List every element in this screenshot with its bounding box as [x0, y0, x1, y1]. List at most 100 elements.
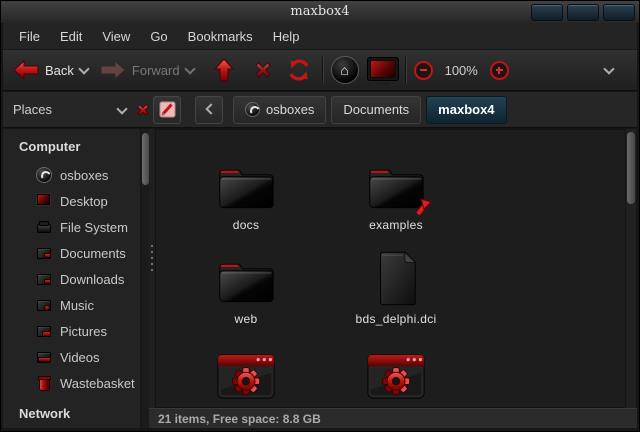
library-icon: [216, 341, 276, 401]
folder-icon: [366, 153, 426, 213]
sidebar-item-label: Documents: [60, 246, 126, 261]
edit-path-pencil-icon: [159, 101, 176, 118]
up-button[interactable]: [214, 58, 234, 82]
sidebar-item-label: Desktop: [60, 194, 108, 209]
breadcrumb-label: osboxes: [266, 102, 314, 117]
toolbar: Back Forward ⌂: [3, 50, 637, 91]
forward-label: Forward: [132, 63, 180, 78]
sidebar-item-pictures[interactable]: Pictures: [3, 318, 140, 344]
sidebar-item-wastebasket[interactable]: Wastebasket: [3, 370, 140, 396]
menu-edit[interactable]: Edit: [50, 25, 92, 48]
file-dmath.dll[interactable]: dmath.dll: [171, 331, 321, 408]
sidebar-item-osboxes[interactable]: osboxes: [3, 162, 140, 188]
places-chevron-icon[interactable]: [116, 103, 127, 114]
status-text: 21 items, Free space: 8.8 GB: [158, 412, 321, 426]
breadcrumb-back-button[interactable]: [195, 96, 223, 124]
back-arrow-icon: [13, 60, 39, 80]
sidebar-item-label: Pictures: [60, 324, 107, 339]
menu-view[interactable]: View: [92, 25, 140, 48]
sidebar-item-label: Music: [60, 298, 94, 313]
sidebar-item-label: Wastebasket: [60, 376, 135, 391]
sidebar-scrollbar-thumb[interactable]: [142, 133, 149, 185]
forward-arrow-icon: [100, 60, 126, 80]
forward-history-chevron-icon: [184, 63, 195, 74]
toolbar-separator: [405, 57, 406, 83]
desktop-icon: [367, 56, 397, 84]
pictures-folder-icon: [36, 323, 52, 339]
music-folder-icon: [36, 297, 52, 313]
documents-folder-icon: [36, 245, 52, 261]
file-web[interactable]: web: [171, 237, 321, 331]
menu-help[interactable]: Help: [263, 25, 310, 48]
zoom-out-button[interactable]: [414, 61, 433, 80]
sidebar-item-videos[interactable]: Videos: [3, 344, 140, 370]
wastebasket-icon: [36, 375, 52, 391]
downloads-folder-icon: [36, 271, 52, 287]
maximize-button[interactable]: [567, 4, 599, 21]
file-label: docs: [233, 218, 260, 232]
sidebar-item-music[interactable]: Music: [3, 292, 140, 318]
file-label: web: [235, 312, 258, 326]
sidebar-item-desktop[interactable]: Desktop: [3, 188, 140, 214]
sidebar-item-label: File System: [60, 220, 128, 235]
folder-icon: [216, 153, 276, 213]
stop-button[interactable]: [252, 59, 274, 81]
statusbar: 21 items, Free space: 8.8 GB: [149, 408, 637, 428]
sidebar-section-network: Network: [3, 396, 140, 428]
filesystem-icon: [36, 219, 52, 235]
desktop-button[interactable]: [367, 56, 397, 84]
stop-x-icon: [252, 59, 274, 81]
refresh-icon: [288, 59, 310, 81]
home-icon: ⌂: [331, 56, 359, 84]
breadcrumb-documents[interactable]: Documents: [331, 96, 421, 124]
file-label: examples: [369, 218, 423, 232]
file-fannfloat.dll[interactable]: fannfloat.dll: [321, 331, 471, 408]
reload-button[interactable]: [288, 59, 310, 81]
side-pane: Computer osboxes Desktop File System Documen…: [3, 129, 140, 428]
places-selector[interactable]: Places: [13, 102, 109, 117]
back-history-chevron-icon[interactable]: [78, 63, 89, 74]
up-arrow-icon: [214, 58, 234, 82]
sidebar-list: Computer osboxes Desktop File System Documen…: [3, 129, 140, 428]
menu-go[interactable]: Go: [140, 25, 177, 48]
toolbar-overflow-chevron-icon[interactable]: [603, 63, 614, 74]
menu-bookmarks[interactable]: Bookmarks: [178, 25, 263, 48]
file-examples[interactable]: examples: [321, 143, 471, 237]
sidebar-item-documents[interactable]: Documents: [3, 240, 140, 266]
menu-file[interactable]: File: [9, 25, 50, 48]
sidebar-item-label: Downloads: [60, 272, 124, 287]
sidebar-item-downloads[interactable]: Downloads: [3, 266, 140, 292]
toolbar-separator: [322, 57, 323, 83]
breadcrumb-osboxes[interactable]: osboxes: [233, 96, 326, 124]
sidebar-item-label: osboxes: [60, 168, 108, 183]
location-bar: Places osboxes Documents maxbox4: [3, 92, 637, 128]
breadcrumb-label: Documents: [343, 102, 409, 117]
breadcrumb-label: maxbox4: [438, 102, 494, 117]
forward-button[interactable]: Forward: [100, 60, 194, 80]
back-button[interactable]: Back: [13, 60, 88, 80]
file-bds_delphi.dci[interactable]: bds_delphi.dci: [321, 237, 471, 331]
user-home-icon: [245, 102, 260, 117]
sidebar-section-computer: Computer: [3, 129, 140, 162]
home-button[interactable]: ⌂: [331, 56, 359, 84]
menubar: FileEditViewGoBookmarksHelp: [3, 23, 637, 50]
minimize-button[interactable]: [531, 4, 563, 21]
zoom-in-button[interactable]: [490, 61, 509, 80]
sidebar-item-file-system[interactable]: File System: [3, 214, 140, 240]
file-view-scrollbar-thumb[interactable]: [627, 132, 635, 204]
file-view[interactable]: docs examples web bds_delphi.dci: [155, 129, 626, 408]
breadcrumb-maxbox4[interactable]: maxbox4: [426, 96, 506, 124]
file-view-scrollbar[interactable]: [625, 129, 636, 408]
edit-path-button[interactable]: [153, 96, 181, 124]
zoom-level: 100%: [445, 63, 478, 78]
chevron-left-icon: [205, 103, 216, 114]
desktop-icon: [36, 193, 52, 209]
back-label: Back: [45, 63, 74, 78]
file-grid: docs examples web bds_delphi.dci: [171, 143, 625, 408]
close-button[interactable]: [603, 4, 635, 21]
side-pane-header: Places: [3, 102, 153, 118]
breadcrumb: osboxes Documents maxbox4: [233, 96, 507, 124]
close-side-pane-icon[interactable]: [135, 102, 151, 118]
file-docs[interactable]: docs: [171, 143, 321, 237]
titlebar[interactable]: maxbox4: [1, 1, 639, 24]
